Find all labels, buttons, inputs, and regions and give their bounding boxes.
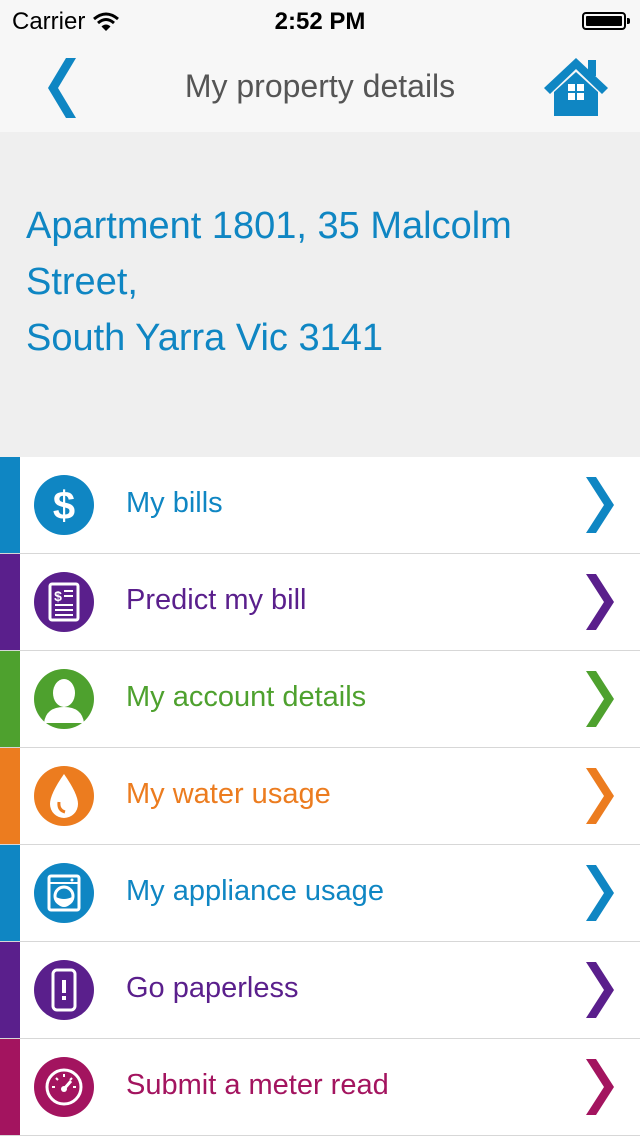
menu-item-my-water-usage[interactable]: My water usage (0, 748, 640, 845)
washing-machine-icon (34, 863, 94, 923)
property-menu-list: $ My bills $ Predict my bill My account … (0, 457, 640, 1136)
battery-icon (582, 12, 630, 30)
row-accent-stripe (0, 1039, 20, 1135)
address-line-2: Street, (26, 261, 138, 303)
water-drop-icon (34, 766, 94, 826)
menu-item-my-account-details[interactable]: My account details (0, 651, 640, 748)
address-line-3: South Yarra Vic 3141 (26, 317, 384, 359)
home-icon (544, 58, 608, 116)
row-accent-stripe (0, 942, 20, 1038)
menu-item-label: My bills (126, 487, 223, 519)
menu-item-label: My water usage (126, 778, 331, 810)
chevron-right-icon (586, 1059, 614, 1115)
menu-item-my-bills[interactable]: $ My bills (0, 457, 640, 554)
chevron-right-icon (586, 962, 614, 1018)
chevron-right-icon (586, 574, 614, 630)
chevron-right-icon (586, 865, 614, 921)
menu-item-label: Predict my bill (126, 584, 307, 616)
navigation-bar: My property details (0, 44, 640, 132)
row-accent-stripe (0, 651, 20, 747)
mobile-phone-icon (34, 960, 94, 1020)
person-icon (34, 669, 94, 729)
row-accent-stripe (0, 554, 20, 650)
row-accent-stripe (0, 748, 20, 844)
svg-text:$: $ (54, 588, 62, 604)
property-address: Apartment 1801, 35 Malcolm Street, South… (26, 198, 626, 366)
address-line-1: Apartment 1801, 35 Malcolm (26, 205, 512, 247)
svg-text:$: $ (53, 484, 75, 528)
menu-item-label: Submit a meter read (126, 1069, 389, 1101)
row-accent-stripe (0, 457, 20, 553)
chevron-right-icon (586, 477, 614, 533)
menu-item-predict-my-bill[interactable]: $ Predict my bill (0, 554, 640, 651)
status-bar: Carrier 2:52 PM (0, 0, 640, 44)
menu-item-label: My account details (126, 681, 367, 713)
property-address-panel: Apartment 1801, 35 Malcolm Street, South… (0, 132, 640, 457)
status-time: 2:52 PM (274, 8, 366, 35)
home-button[interactable] (542, 54, 610, 120)
chevron-right-icon (586, 768, 614, 824)
menu-item-go-paperless[interactable]: Go paperless (0, 942, 640, 1039)
row-accent-stripe (0, 845, 20, 941)
menu-item-my-appliance-usage[interactable]: My appliance usage (0, 845, 640, 942)
dollar-icon: $ (34, 475, 94, 535)
chevron-right-icon (586, 671, 614, 727)
bill-document-icon: $ (34, 572, 94, 632)
menu-item-submit-a-meter-read[interactable]: Submit a meter read (0, 1039, 640, 1136)
menu-item-label: Go paperless (126, 972, 299, 1004)
menu-item-label: My appliance usage (126, 875, 384, 907)
meter-gauge-icon (34, 1057, 94, 1117)
